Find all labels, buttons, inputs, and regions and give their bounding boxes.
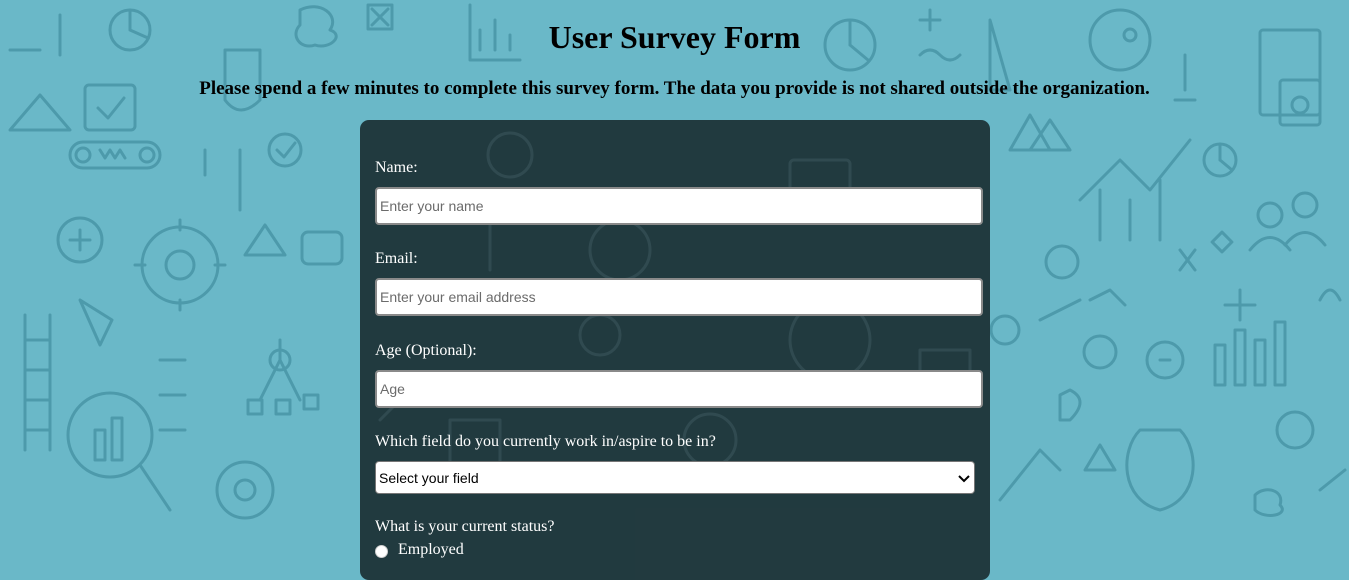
age-label: Age (Optional): — [375, 342, 477, 359]
employed-radio[interactable] — [375, 545, 388, 558]
page-title: User Survey Form — [548, 19, 801, 55]
age-input[interactable] — [375, 370, 983, 408]
name-label: Name: — [375, 159, 418, 176]
name-input[interactable] — [375, 187, 983, 225]
field-select[interactable]: Select your field — [375, 461, 975, 494]
field-label: Which field do you currently work in/asp… — [375, 433, 716, 450]
status-option-employed[interactable]: Employed — [375, 540, 464, 560]
email-input[interactable] — [375, 278, 983, 316]
status-label: What is your current status? — [375, 518, 555, 535]
chevron-down-icon — [958, 474, 970, 482]
employed-radio-label: Employed — [398, 541, 464, 558]
field-select-value: Select your field — [379, 469, 479, 486]
survey-form: Name: Email: Age (Optional): Which field… — [360, 120, 990, 580]
page-description: Please spend a few minutes to complete t… — [199, 78, 1150, 99]
page: User Survey Form Please spend a few minu… — [0, 0, 1349, 580]
email-label: Email: — [375, 250, 418, 267]
